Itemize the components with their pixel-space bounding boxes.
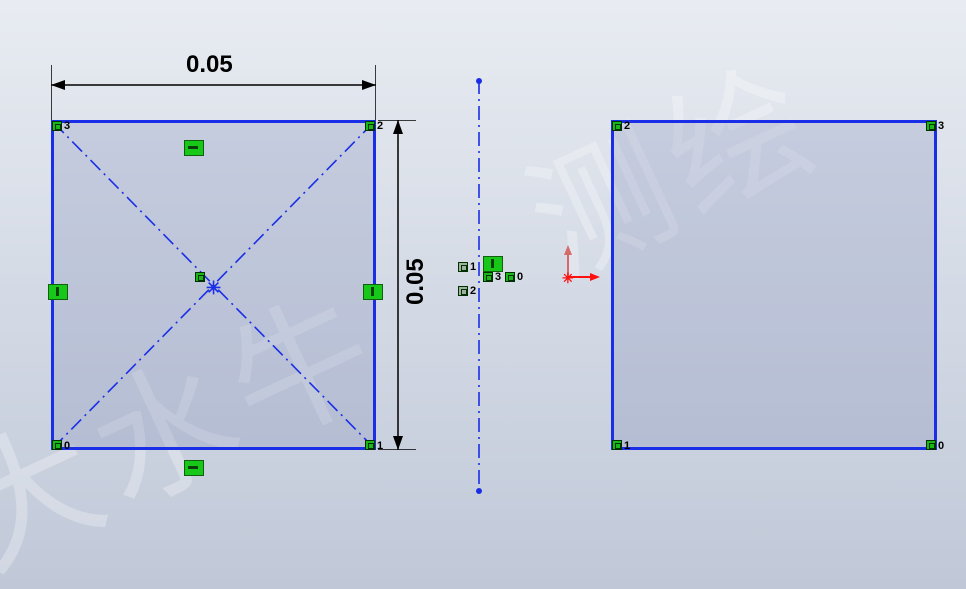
constraint-horizontal-top[interactable]: [184, 140, 204, 156]
constraint-horizontal-bottom[interactable]: [184, 460, 204, 476]
sketch-point-sq1-br[interactable]: [365, 440, 375, 450]
sketch-point-center-c[interactable]: [458, 286, 468, 296]
sketch-point-sq2-bl-index: 1: [624, 440, 630, 452]
construction-centerline-vertical[interactable]: [477, 80, 481, 490]
sketch-point-center-a[interactable]: [458, 262, 468, 272]
cad-sketch-viewport[interactable]: 大水牛 测绘 0.05 0.05: [0, 0, 966, 589]
sketch-point-sq1-tr-index: 2: [377, 120, 383, 132]
centerline-endpoint-bottom[interactable]: [476, 488, 482, 494]
sketch-point-sq2-tr-index: 3: [938, 120, 944, 132]
svg-text:✳: ✳: [562, 270, 574, 285]
sketch-point-sq1-bl[interactable]: [52, 440, 62, 450]
sketch-point-sq2-tl[interactable]: [612, 121, 622, 131]
dimension-height[interactable]: 0.05: [376, 120, 426, 450]
sketch-rectangle-left[interactable]: ✳: [51, 120, 376, 450]
sketch-point-sq2-bl[interactable]: [612, 440, 622, 450]
sketch-point-sq1-bl-index: 0: [64, 440, 70, 452]
sketch-point-sq1-tr[interactable]: [365, 121, 375, 131]
sketch-point-center-b[interactable]: [483, 272, 493, 282]
centerline-endpoint-top[interactable]: [476, 78, 482, 84]
origin-triad: ✳: [560, 245, 600, 285]
sketch-point-center-c-index: 2: [470, 285, 476, 297]
dimension-width-value: 0.05: [186, 51, 233, 79]
sketch-point-sq2-br[interactable]: [926, 440, 936, 450]
sketch-point-sq1-tl[interactable]: [52, 121, 62, 131]
sketch-point-center-d[interactable]: [505, 272, 515, 282]
sketch-rectangle-right[interactable]: [611, 120, 937, 450]
sketch-point-sq2-tl-index: 2: [624, 120, 630, 132]
sketch-point-sq2-tr[interactable]: [926, 121, 936, 131]
constraint-vertical-left[interactable]: [48, 284, 68, 300]
sketch-point-center-b-index: 3: [495, 271, 501, 283]
sketch-point-sq1-tl-index: 3: [64, 120, 70, 132]
dimension-height-value: 0.05: [402, 258, 430, 305]
sketch-point-sq1-center[interactable]: [195, 272, 205, 282]
sketch-origin-mark: ✳: [206, 278, 221, 299]
sketch-point-center-a-index: 1: [470, 261, 476, 273]
sketch-point-sq1-br-index: 1: [377, 440, 383, 452]
constraint-vertical-center[interactable]: [483, 256, 503, 272]
sketch-point-center-d-index: 0: [517, 271, 523, 283]
constraint-vertical-right[interactable]: [363, 284, 383, 300]
dimension-width[interactable]: 0.05: [51, 55, 376, 125]
sketch-point-sq2-br-index: 0: [938, 440, 944, 452]
